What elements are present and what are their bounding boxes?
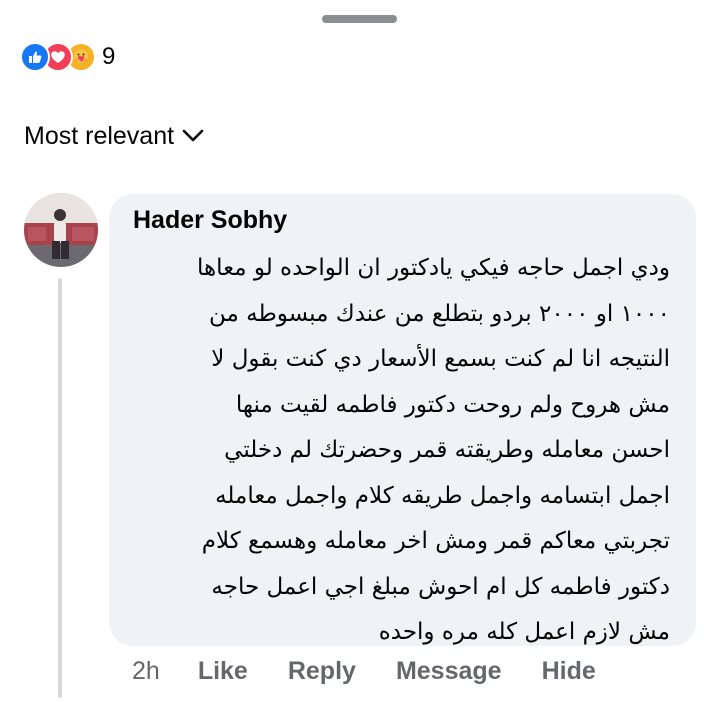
chevron-down-icon xyxy=(182,129,204,148)
thumbs-up-icon xyxy=(20,42,50,72)
comment-line: مش لازم اعمل كله مره واحده xyxy=(378,619,670,645)
sort-dropdown[interactable]: Most relevant xyxy=(24,122,204,151)
sort-label: Most relevant xyxy=(24,122,175,150)
reactions-summary[interactable]: 9 xyxy=(20,40,115,74)
comment-line: تجربتي معاكم قمر ومش اخر معامله وهسمع كل… xyxy=(201,528,670,554)
comment-text: ودي اجمل حاجه فيكي يادكتور ان الواحده لو… xyxy=(130,246,670,656)
comment-line: النتيجه انا لم كنت بسمع الأسعار دي كنت ب… xyxy=(211,346,670,372)
comment-timestamp[interactable]: 2h xyxy=(132,657,160,686)
hide-button[interactable]: Hide xyxy=(542,657,596,686)
like-button[interactable]: Like xyxy=(198,657,248,686)
comment-author[interactable]: Hader Sobhy xyxy=(133,206,287,235)
comment-line: مش هروح ولم روحت دكتور فاطمه لقيت منها xyxy=(235,391,670,418)
comment-line: اجمل ابتسامه واجمل طريقه كلام واجمل معام… xyxy=(215,482,670,509)
thread-line xyxy=(58,278,62,698)
message-button[interactable]: Message xyxy=(396,657,502,686)
comment-actions: 2h Like Reply Message Hide xyxy=(132,657,636,686)
sheet-drag-handle[interactable] xyxy=(322,15,397,23)
avatar[interactable] xyxy=(24,193,98,267)
comment-line: ودي اجمل حاجه فيكي يادكتور ان الواحده لو… xyxy=(196,255,670,281)
comment-line: دكتور فاطمه كل ام احوش مبلغ اجي اعمل حاج… xyxy=(211,573,670,600)
reaction-count: 9 xyxy=(102,43,116,70)
comment-line: احسن معامله وطريقته قمر وحضرتك لم دخلتي xyxy=(224,437,670,463)
comment-bubble: Hader Sobhy ودي اجمل حاجه فيكي يادكتور ا… xyxy=(109,194,696,646)
comments-sheet: 9 Most relevant Hader Sobhy ودي اجمل حاج… xyxy=(0,0,704,702)
reply-button[interactable]: Reply xyxy=(288,657,356,686)
comment-line: ١٠٠٠ او ٢٠٠٠ بردو بتطلع من عندك مبسوطه م… xyxy=(209,300,670,327)
